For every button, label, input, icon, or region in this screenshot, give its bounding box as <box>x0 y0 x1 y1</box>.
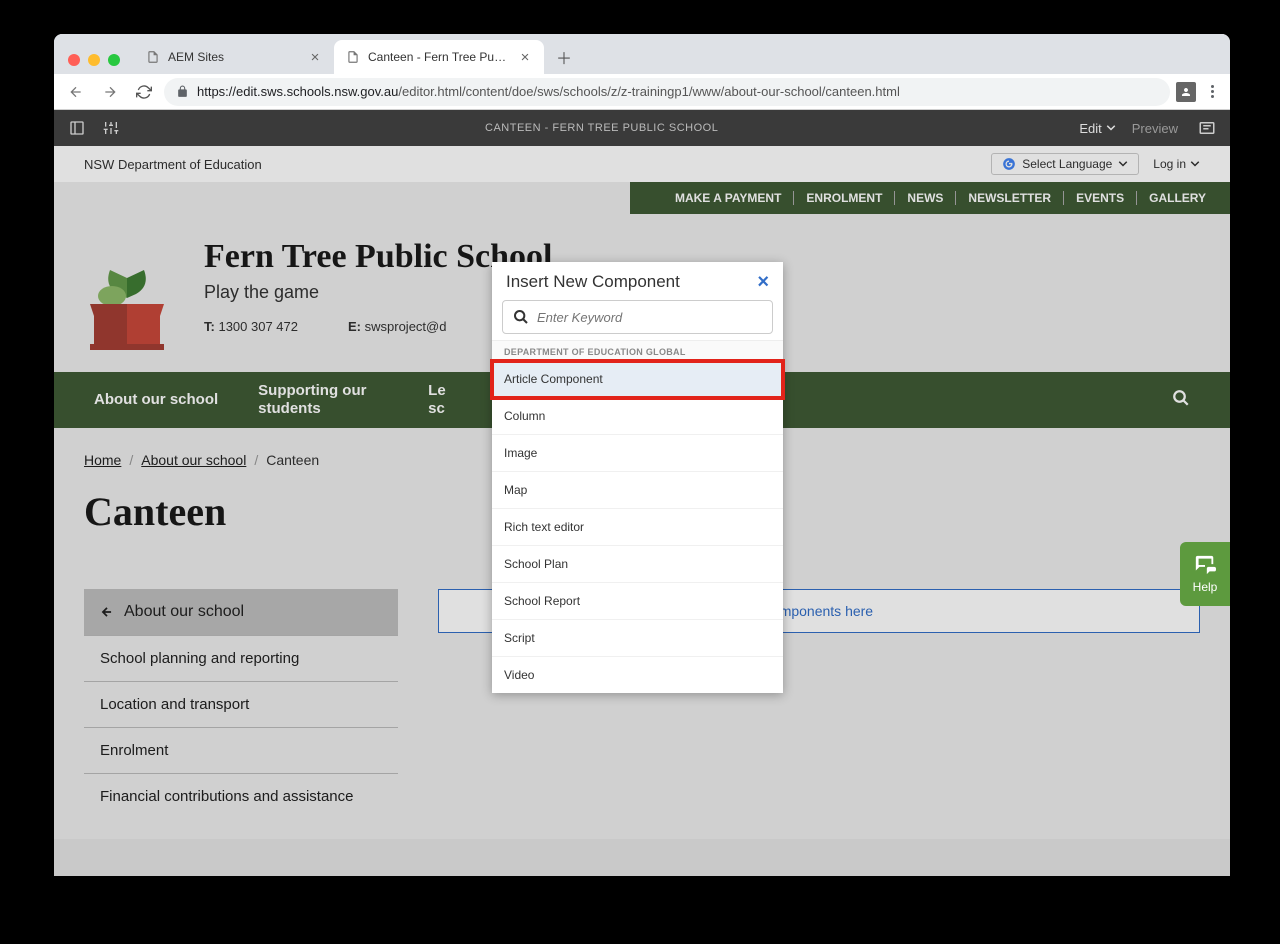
nav-about[interactable]: About our school <box>94 391 218 409</box>
school-logo <box>84 238 170 354</box>
google-icon <box>1002 157 1016 171</box>
modal-close-button[interactable]: × <box>757 272 769 292</box>
dept-label: NSW Department of Education <box>84 157 991 172</box>
new-tab-button[interactable]: ＋ <box>550 43 578 71</box>
sidebar: About our school School planning and rep… <box>84 589 398 819</box>
nav-enrolment[interactable]: ENROLMENT <box>794 191 895 205</box>
edit-mode-button[interactable]: Edit <box>1079 121 1115 136</box>
file-icon <box>146 50 160 64</box>
tab-canteen[interactable]: Canteen - Fern Tree Public Sch × <box>334 40 544 74</box>
lock-icon <box>176 85 189 98</box>
nav-supporting[interactable]: Supporting our students <box>258 382 388 418</box>
chat-icon <box>1194 554 1216 576</box>
component-group-label: DEPARTMENT OF EDUCATION GLOBAL <box>492 340 783 361</box>
sidebar-item[interactable]: School planning and reporting <box>84 636 398 682</box>
extension-icon[interactable] <box>1176 82 1196 102</box>
nav-payment[interactable]: MAKE A PAYMENT <box>663 191 794 205</box>
breadcrumb-about[interactable]: About our school <box>141 452 246 468</box>
breadcrumb-current: Canteen <box>266 452 319 468</box>
window-controls <box>68 54 120 66</box>
sidebar-item-active[interactable]: About our school <box>84 589 398 636</box>
search-icon <box>1172 389 1190 407</box>
insert-component-modal: Insert New Component × DEPARTMENT OF EDU… <box>492 262 783 693</box>
file-icon <box>346 50 360 64</box>
aem-topbar: CANTEEN - FERN TREE PUBLIC SCHOOL Edit P… <box>54 110 1230 146</box>
chevron-down-icon <box>1190 161 1200 167</box>
search-button[interactable] <box>1172 389 1190 411</box>
language-select[interactable]: Select Language <box>991 153 1139 175</box>
sidebar-item[interactable]: Location and transport <box>84 682 398 728</box>
component-option-schoolplan[interactable]: School Plan <box>492 546 783 583</box>
component-option-video[interactable]: Video <box>492 657 783 693</box>
tab-title: Canteen - Fern Tree Public Sch <box>368 50 510 64</box>
browser-menu-button[interactable] <box>1202 82 1222 102</box>
url-field[interactable]: https://edit.sws.schools.nsw.gov.au/edit… <box>164 78 1170 106</box>
search-icon <box>513 309 529 325</box>
back-button[interactable] <box>62 78 90 106</box>
chevron-down-icon <box>1118 161 1128 167</box>
help-tab[interactable]: Help <box>1180 542 1230 606</box>
preview-button[interactable]: Preview <box>1132 121 1178 136</box>
component-option-article[interactable]: Article Component <box>492 361 783 398</box>
login-link[interactable]: Log in <box>1153 157 1200 171</box>
modal-title: Insert New Component <box>506 272 757 292</box>
sidebar-item[interactable]: Financial contributions and assistance <box>84 774 398 819</box>
close-icon[interactable]: × <box>308 50 322 64</box>
component-option-column[interactable]: Column <box>492 398 783 435</box>
reload-button[interactable] <box>130 78 158 106</box>
arrow-left-icon <box>100 605 114 619</box>
modal-search[interactable] <box>502 300 773 334</box>
component-option-image[interactable]: Image <box>492 435 783 472</box>
annotate-icon[interactable] <box>1194 115 1220 141</box>
forward-button[interactable] <box>96 78 124 106</box>
url-text: https://edit.sws.schools.nsw.gov.au/edit… <box>197 84 900 99</box>
component-option-map[interactable]: Map <box>492 472 783 509</box>
nav-news[interactable]: NEWS <box>895 191 956 205</box>
tab-aem-sites[interactable]: AEM Sites × <box>134 40 334 74</box>
utility-bar: NSW Department of Education Select Langu… <box>54 146 1230 182</box>
tab-title: AEM Sites <box>168 50 300 64</box>
search-input[interactable] <box>537 310 762 325</box>
close-icon[interactable]: × <box>518 50 532 64</box>
address-bar: https://edit.sws.schools.nsw.gov.au/edit… <box>54 74 1230 110</box>
component-option-script[interactable]: Script <box>492 620 783 657</box>
close-window-icon[interactable] <box>68 54 80 66</box>
sliders-icon[interactable] <box>98 115 124 141</box>
maximize-window-icon[interactable] <box>108 54 120 66</box>
component-option-richtext[interactable]: Rich text editor <box>492 509 783 546</box>
component-list: Article Component Column Image Map Rich … <box>492 361 783 693</box>
chevron-down-icon <box>1106 125 1116 131</box>
nav-newsletter[interactable]: NEWSLETTER <box>956 191 1064 205</box>
aem-page-title: CANTEEN - FERN TREE PUBLIC SCHOOL <box>124 122 1079 134</box>
side-panel-icon[interactable] <box>64 115 90 141</box>
minimize-window-icon[interactable] <box>88 54 100 66</box>
email: E: swsproject@d <box>348 319 446 334</box>
utility-nav: MAKE A PAYMENT ENROLMENT NEWS NEWSLETTER… <box>630 182 1230 214</box>
nav-events[interactable]: EVENTS <box>1064 191 1137 205</box>
sidebar-item[interactable]: Enrolment <box>84 728 398 774</box>
phone: T: 1300 307 472 <box>204 319 298 334</box>
component-option-schoolreport[interactable]: School Report <box>492 583 783 620</box>
tab-bar: AEM Sites × Canteen - Fern Tree Public S… <box>54 34 1230 74</box>
nav-gallery[interactable]: GALLERY <box>1137 191 1218 205</box>
nav-learning[interactable]: Le sc <box>428 382 446 418</box>
breadcrumb-home[interactable]: Home <box>84 452 121 468</box>
